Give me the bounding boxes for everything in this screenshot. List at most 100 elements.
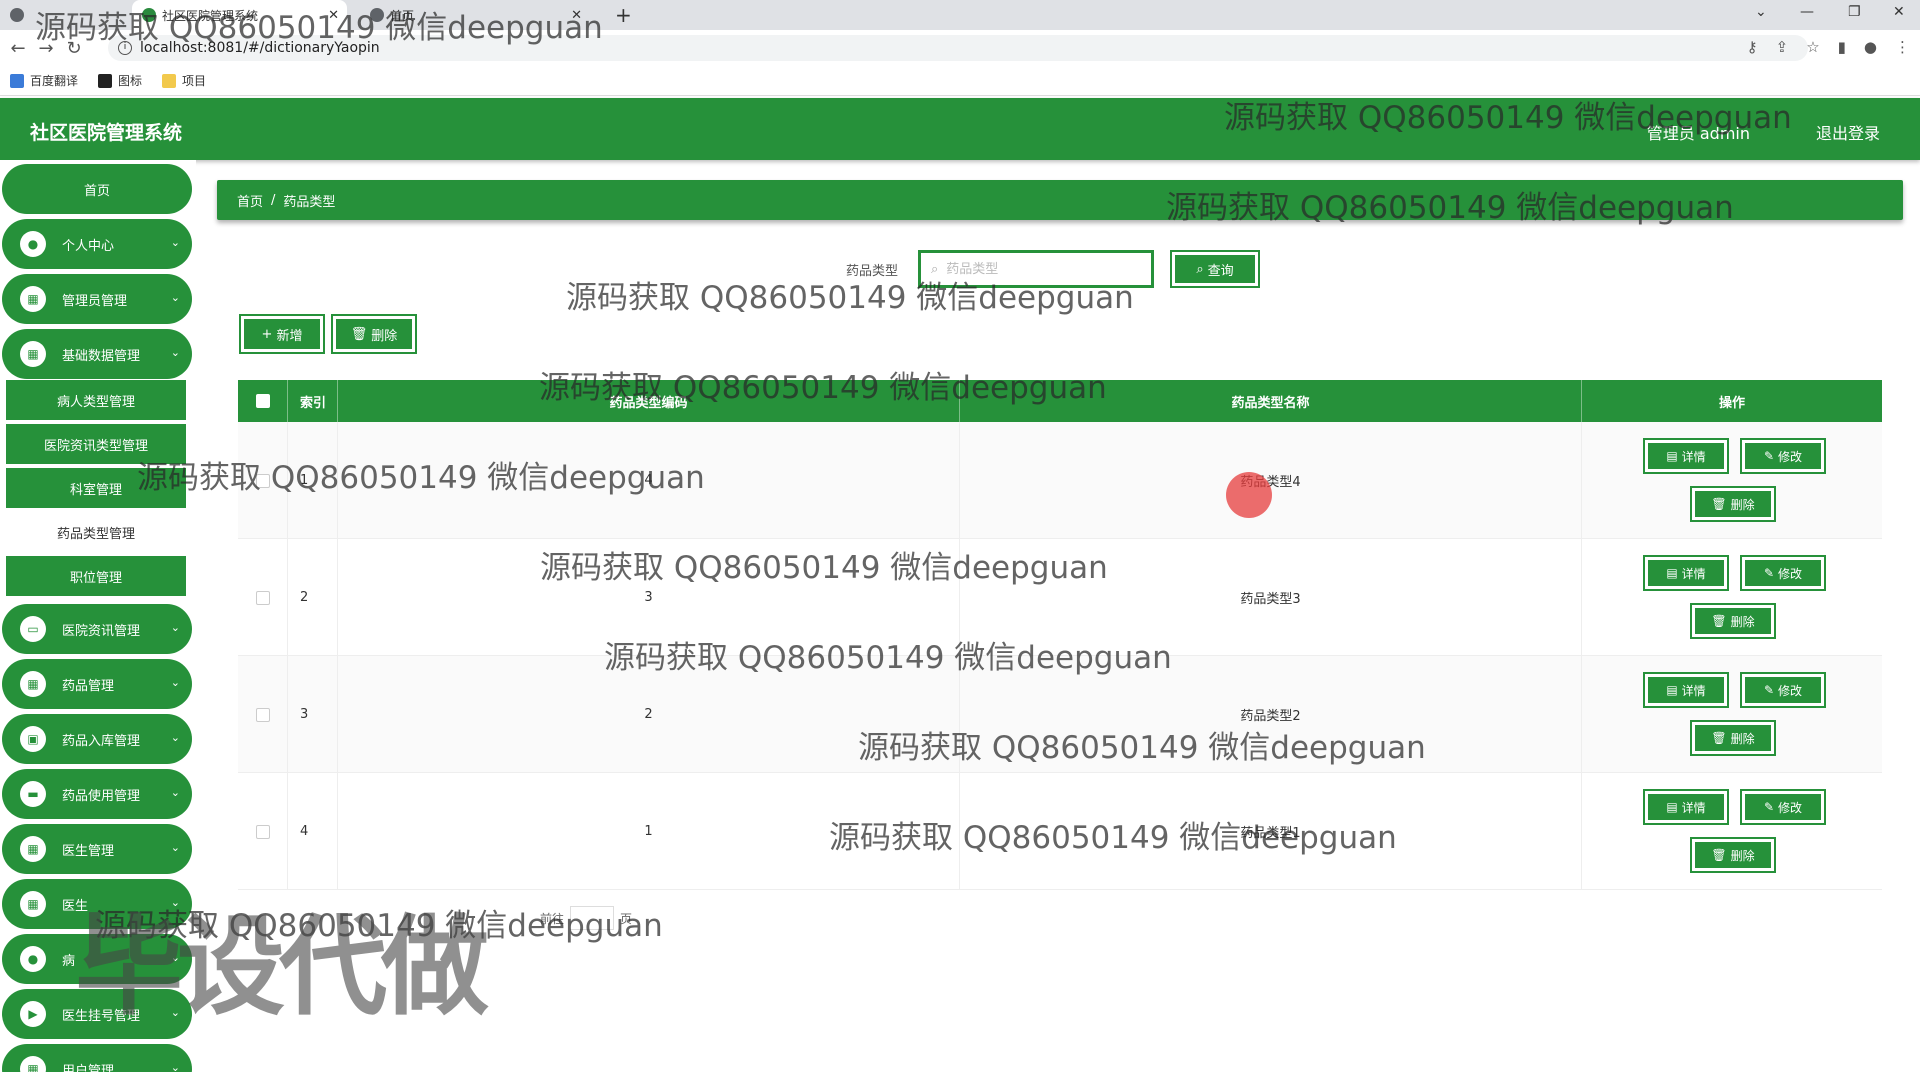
- trash-icon: 🗑: [1711, 731, 1727, 745]
- chevron-down-icon: ⌄: [170, 236, 180, 249]
- delete-button[interactable]: 🗑 删除: [1690, 486, 1776, 522]
- document-icon: ▤: [1666, 566, 1678, 580]
- trash-icon: 🗑: [350, 326, 368, 342]
- sidebar-item-usage[interactable]: ▬ 药品使用管理 ⌄: [2, 769, 192, 819]
- submenu-news-type[interactable]: 医院资讯类型管理: [6, 424, 186, 466]
- edit-button[interactable]: ✎ 修改: [1740, 438, 1826, 474]
- site-info-icon[interactable]: i: [118, 41, 132, 55]
- breadcrumb-current: 药品类型: [283, 194, 336, 210]
- app-header: 社区医院管理系统 管理员 admin 退出登录: [0, 98, 1920, 160]
- sidebar-item-registration[interactable]: ▶ 医生挂号管理 ⌄: [2, 989, 192, 1039]
- edit-button[interactable]: ✎ 修改: [1740, 672, 1826, 708]
- admin-label: 管理员 admin: [1646, 124, 1750, 143]
- sidebar-item-admin[interactable]: ▦ 管理员管理 ⌄: [2, 274, 192, 324]
- new-tab-button[interactable]: +: [615, 3, 632, 27]
- detail-button[interactable]: ▤ 详情: [1643, 672, 1729, 708]
- profile-icon[interactable]: ●: [1864, 38, 1877, 56]
- detail-button[interactable]: ▤ 详情: [1643, 789, 1729, 825]
- sidebar-item-basic-data[interactable]: ▦ 基础数据管理 ⌄: [2, 329, 192, 379]
- plus-icon: +: [261, 326, 273, 342]
- detail-button[interactable]: ▤ 详情: [1643, 555, 1729, 591]
- sidebar-item-users[interactable]: ▦ 用户管理 ⌄: [2, 1044, 192, 1072]
- chat-icon: ▬: [20, 781, 46, 807]
- bookmark-item[interactable]: 图标: [98, 72, 142, 89]
- table-row: 2 3 药品类型3 ▤ 详情 ✎ 修改 🗑 删除: [238, 539, 1882, 656]
- search-input[interactable]: [944, 260, 1135, 278]
- chevron-down-icon: ⌄: [170, 621, 180, 634]
- grid-icon: ▦: [20, 891, 46, 917]
- submenu-department[interactable]: 科室管理: [6, 468, 186, 510]
- sidebar-item-news[interactable]: ▭ 医院资讯管理 ⌄: [2, 604, 192, 654]
- key-icon[interactable]: ⚷: [1747, 38, 1758, 56]
- chevron-down-icon: ⌄: [170, 786, 180, 799]
- delete-button[interactable]: 🗑 删除: [1690, 837, 1776, 873]
- browser-tab-active[interactable]: 社区医院管理系统 ✕: [132, 0, 347, 30]
- share-icon[interactable]: ⇪: [1776, 38, 1789, 56]
- search-field[interactable]: ⌕: [918, 250, 1154, 288]
- url-field[interactable]: i localhost:8081/#/dictionaryYaopin: [108, 35, 1808, 61]
- delete-button[interactable]: 🗑 删除: [1690, 603, 1776, 639]
- sidebar-item-personal[interactable]: ● 个人中心 ⌄: [2, 219, 192, 269]
- logout-link[interactable]: 退出登录: [1816, 120, 1880, 144]
- chevron-down-icon: ⌄: [170, 896, 180, 909]
- grid-icon: ▦: [20, 286, 46, 312]
- close-tab-icon[interactable]: ✕: [328, 8, 339, 23]
- batch-delete-button[interactable]: 🗑 删除: [331, 314, 417, 354]
- page-jump-input[interactable]: [570, 906, 615, 930]
- menu-icon[interactable]: ⋮: [1895, 38, 1910, 56]
- submenu-patient-type[interactable]: 病人类型管理: [6, 380, 186, 422]
- browser-tab[interactable]: 首页 ✕: [370, 0, 590, 30]
- select-all-checkbox[interactable]: [255, 394, 270, 408]
- cell-code: 4: [338, 422, 960, 539]
- close-window-icon[interactable]: ✕: [1893, 4, 1905, 20]
- row-checkbox[interactable]: [255, 707, 270, 722]
- cell-code: 1: [338, 773, 960, 890]
- bookmark-item[interactable]: 项目: [162, 72, 206, 89]
- bookmarks-bar: 百度翻译 图标 项目: [0, 66, 1920, 96]
- sidebar-item-doctor-2[interactable]: ▦ 医生 ⌄: [2, 879, 192, 929]
- row-checkbox-cell: [238, 539, 288, 656]
- sidebar: 首页 ● 个人中心 ⌄ ▦ 管理员管理 ⌄ ▦ 基础数据管理 ⌄ 病人类型管理 医院资讯类型…: [0, 160, 196, 1072]
- bookmark-item[interactable]: 百度翻译: [10, 72, 78, 89]
- cell-index: 1: [288, 422, 338, 539]
- tab-title: 首页: [390, 8, 415, 23]
- restore-icon[interactable]: ❐: [1848, 4, 1861, 20]
- cell-index: 3: [288, 656, 338, 773]
- select-all-cell: [238, 380, 288, 422]
- minimize-icon[interactable]: —: [1800, 4, 1814, 20]
- row-checkbox[interactable]: [255, 590, 270, 605]
- breadcrumb-home[interactable]: 首页: [237, 191, 263, 210]
- submenu-position[interactable]: 职位管理: [6, 556, 186, 598]
- reload-icon[interactable]: ↻: [60, 38, 88, 59]
- cell-code: 3: [338, 539, 960, 656]
- submenu-medicine-type[interactable]: 药品类型管理: [6, 512, 186, 554]
- row-checkbox[interactable]: [255, 473, 270, 488]
- tab-title: 社区医院管理系统: [162, 8, 259, 23]
- query-button[interactable]: ⌕ 查询: [1170, 250, 1260, 288]
- forward-icon[interactable]: →: [32, 38, 60, 59]
- delete-button[interactable]: 🗑 删除: [1690, 720, 1776, 756]
- row-checkbox[interactable]: [255, 824, 270, 839]
- pagination: 前往 页: [540, 906, 632, 930]
- sidepanel-icon[interactable]: ▮: [1838, 38, 1846, 56]
- row-checkbox-cell: [238, 422, 288, 539]
- back-icon[interactable]: ←: [4, 38, 32, 59]
- detail-button[interactable]: ▤ 详情: [1643, 438, 1729, 474]
- grid-icon: ▦: [20, 671, 46, 697]
- sidebar-item-stock-in[interactable]: ▣ 药品入库管理 ⌄: [2, 714, 192, 764]
- tab-list-icon[interactable]: ⌄: [1755, 4, 1767, 20]
- sidebar-item-patient[interactable]: ● 病 ⌄: [2, 934, 192, 984]
- trash-icon: 🗑: [1711, 614, 1727, 628]
- sidebar-item-home[interactable]: 首页: [2, 164, 192, 214]
- sidebar-item-doctor[interactable]: ▦ 医生管理 ⌄: [2, 824, 192, 874]
- close-tab-icon[interactable]: ✕: [571, 8, 582, 23]
- chevron-down-icon: ⌄: [170, 731, 180, 744]
- edit-button[interactable]: ✎ 修改: [1740, 555, 1826, 591]
- header-name: 药品类型名称: [960, 380, 1582, 422]
- edit-button[interactable]: ✎ 修改: [1740, 789, 1826, 825]
- sidebar-item-medicine[interactable]: ▦ 药品管理 ⌄: [2, 659, 192, 709]
- table-body: 1 4 药品类型4 ▤ 详情 ✎ 修改 🗑 删除 2 3 药品类型3 ▤ 详情 ✎ 修改 …: [238, 422, 1882, 890]
- star-icon[interactable]: ☆: [1806, 38, 1819, 56]
- folder-icon: [162, 73, 177, 88]
- add-button[interactable]: + 新增: [239, 314, 325, 354]
